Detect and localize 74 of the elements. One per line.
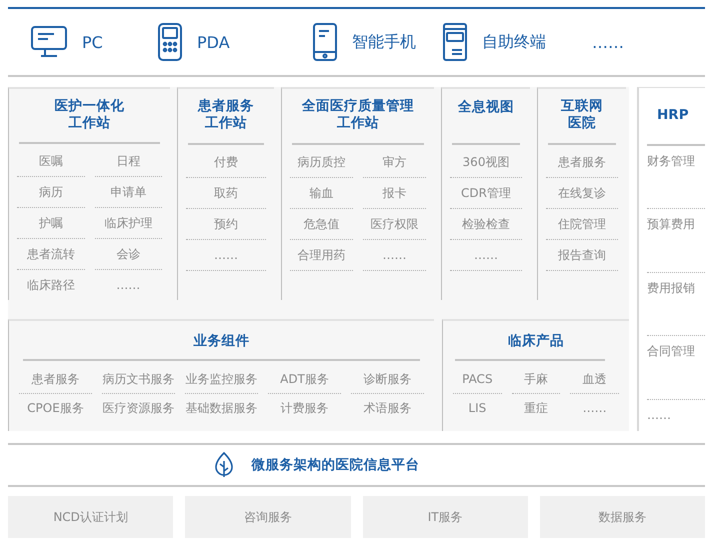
module-item: 医疗权限 [363,209,426,240]
module-item: 危急值 [290,209,353,240]
module-item: 业务监控服务 [185,365,258,394]
device-label: 自助终端 [482,32,546,52]
module-item: 输血 [290,178,353,209]
module-item: CDR管理 [450,178,522,209]
leaf-icon [214,451,234,479]
module-title: 互联网医院 [560,98,604,132]
module-item: …… [115,277,142,294]
module-item: 诊断服务 [351,365,424,394]
module-item: 费用报销 [647,280,696,297]
monitor-icon [30,25,68,59]
module-item: 预算费用 [647,216,696,234]
module-item: 预约 [186,209,266,240]
module-item: 申请单 [94,177,162,208]
module-item: 患者服务 [19,365,92,394]
module-item: 患者服务 [546,147,618,178]
module-item: ADT服务 [268,365,341,394]
module-item: 临床路径 [26,277,76,294]
module-item: …… [647,406,672,424]
service-tile: NCD认证计划 [8,496,174,538]
module-item: 付费 [186,147,266,178]
module-title: HRP [657,107,689,124]
service-tile: 数据服务 [540,496,705,538]
phone-icon [312,22,338,62]
module-item: 报卡 [363,178,426,209]
module-item: 医嘱 [17,146,84,177]
module-item: 临床护理 [94,208,162,239]
module-item: 会诊 [94,239,162,270]
pda-icon [157,22,183,62]
module-item: 取药 [186,178,266,209]
module-item: 病历文书服务 [102,365,175,394]
module-item: 在线复诊 [546,178,618,209]
module-item: …… [582,400,608,417]
device-label: PDA [197,32,230,52]
more-label: …… [592,32,624,52]
module-item: …… [363,240,426,271]
module-item: LIS [467,400,488,417]
module-title: 业务组件 [194,333,250,350]
module-item: CPOE服务 [26,400,85,417]
module-item: PACS [453,365,502,394]
module-item: 财务管理 [647,152,696,170]
module-item: 合理用药 [290,240,353,271]
module-item: 手麻 [512,365,560,394]
module-title: 患者服务工作站 [196,98,255,132]
module-title: 全面医疗质量管理工作站 [302,98,414,132]
module-item: 报告查询 [546,240,618,271]
module-item: 住院管理 [546,209,618,240]
module-item: 日程 [94,146,162,177]
module-item: 审方 [363,147,426,178]
module-title: 全息视图 [458,99,514,116]
module-title: 临床产品 [508,333,564,350]
module-item: 重症 [523,400,549,417]
module-item: 护嘱 [17,208,84,239]
module-item: 病历 [17,177,84,208]
kiosk-icon [442,22,468,62]
module-item: 患者流转 [17,239,84,270]
device-label: 智能手机 [352,32,416,52]
module-item: 病历质控 [290,147,353,178]
module-item: 血透 [570,365,620,394]
module-item: …… [186,240,266,271]
service-tile: 咨询服务 [185,496,350,538]
module-title: 医护一体化工作站 [54,98,126,132]
platform-title: 微服务架构的医院信息平台 [252,456,420,474]
module-item: 医疗资源服务 [102,400,175,417]
module-item: 术语服务 [362,400,412,417]
module-item: 360视图 [450,147,522,178]
device-label: PC [82,32,103,52]
module-item: 检验检查 [450,209,522,240]
module-item: 合同管理 [647,343,696,360]
module-item: 计费服务 [280,400,330,417]
service-tile: IT服务 [362,496,528,538]
module-item: …… [450,240,522,271]
module-item: 基础数据服务 [185,400,258,417]
